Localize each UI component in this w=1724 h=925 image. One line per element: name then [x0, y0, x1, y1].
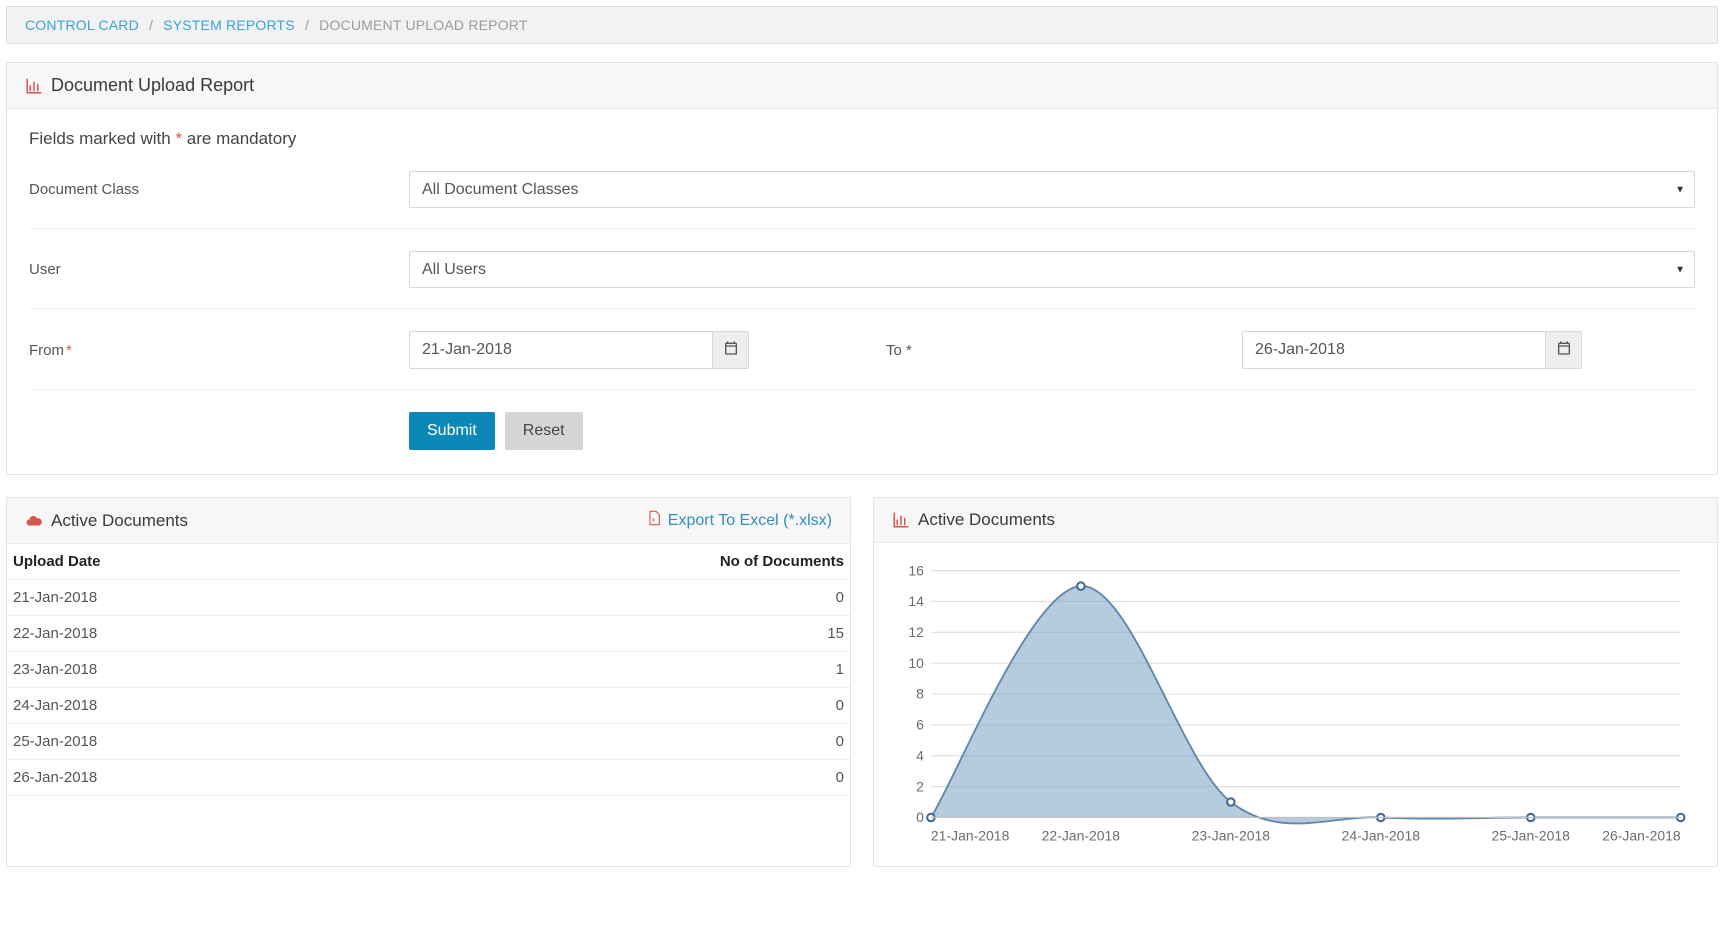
document-class-select[interactable]: All Document Classes — [409, 171, 1695, 208]
to-date-picker-button[interactable] — [1546, 331, 1582, 369]
chart-panel-header: Active Documents — [874, 498, 1717, 543]
form-actions: Submit Reset — [409, 412, 1695, 450]
results-columns: Active Documents x Export To Excel (*.xl… — [6, 497, 1718, 867]
cell-doc-count: 1 — [363, 652, 850, 688]
table-row: 22-Jan-201815 — [7, 616, 850, 652]
cloud-icon — [25, 512, 43, 530]
svg-text:21-Jan-2018: 21-Jan-2018 — [931, 828, 1010, 844]
mandatory-note: Fields marked with * are mandatory — [29, 129, 1695, 149]
active-documents-table: Upload Date No of Documents 21-Jan-20180… — [7, 544, 850, 796]
breadcrumb-control-card[interactable]: CONTROL CARD — [25, 17, 139, 33]
breadcrumb: CONTROL CARD / SYSTEM REPORTS / DOCUMENT… — [6, 6, 1718, 44]
cell-doc-count: 0 — [363, 580, 850, 616]
svg-text:4: 4 — [916, 747, 924, 763]
report-panel-header: Document Upload Report — [7, 63, 1717, 109]
cell-upload-date: 26-Jan-2018 — [7, 760, 363, 796]
calendar-icon — [1556, 340, 1572, 360]
label-document-class: Document Class — [29, 181, 409, 198]
breadcrumb-current: DOCUMENT UPLOAD REPORT — [319, 17, 527, 33]
svg-text:16: 16 — [908, 562, 924, 578]
svg-text:23-Jan-2018: 23-Jan-2018 — [1192, 828, 1271, 844]
bar-chart-icon — [25, 77, 43, 95]
excel-file-icon: x — [646, 510, 662, 531]
export-excel-link[interactable]: x Export To Excel (*.xlsx) — [646, 510, 832, 531]
svg-text:10: 10 — [908, 655, 924, 671]
cell-upload-date: 24-Jan-2018 — [7, 688, 363, 724]
table-row: 24-Jan-20180 — [7, 688, 850, 724]
label-user: User — [29, 261, 409, 278]
to-date-input[interactable] — [1242, 331, 1546, 369]
active-documents-chart-panel: Active Documents 0 2 4 6 8 10 12 14 16 21-Jan-201… — [873, 497, 1718, 867]
row-dates: From* To * — [29, 331, 1695, 390]
table-panel-title: Active Documents — [51, 511, 188, 531]
cell-upload-date: 25-Jan-2018 — [7, 724, 363, 760]
cell-doc-count: 0 — [363, 760, 850, 796]
calendar-icon — [723, 340, 739, 360]
from-date-picker-button[interactable] — [713, 331, 749, 369]
from-date-input[interactable] — [409, 331, 713, 369]
page-title: Document Upload Report — [51, 75, 254, 96]
chart-panel-title: Active Documents — [918, 510, 1055, 530]
label-from: From* — [29, 342, 409, 359]
svg-text:6: 6 — [916, 717, 924, 733]
breadcrumb-sep: / — [305, 17, 309, 33]
cell-upload-date: 23-Jan-2018 — [7, 652, 363, 688]
submit-button[interactable]: Submit — [409, 412, 495, 450]
table-panel-header: Active Documents x Export To Excel (*.xl… — [7, 498, 850, 544]
breadcrumb-system-reports[interactable]: SYSTEM REPORTS — [163, 17, 295, 33]
cell-doc-count: 15 — [363, 616, 850, 652]
svg-text:0: 0 — [916, 809, 924, 825]
report-panel: Document Upload Report Fields marked wit… — [6, 62, 1718, 475]
cell-doc-count: 0 — [363, 724, 850, 760]
cell-upload-date: 21-Jan-2018 — [7, 580, 363, 616]
label-to: To * — [862, 342, 1242, 359]
row-document-class: Document Class All Document Classes ▼ — [29, 171, 1695, 229]
table-row: 26-Jan-20180 — [7, 760, 850, 796]
col-doc-count: No of Documents — [363, 544, 850, 580]
svg-text:12: 12 — [908, 624, 924, 640]
chart-container: 0 2 4 6 8 10 12 14 16 21-Jan-2018 22-Jan-2018 23-Ja… — [874, 543, 1717, 866]
bar-chart-icon — [892, 511, 910, 529]
col-upload-date: Upload Date — [7, 544, 363, 580]
table-row: 21-Jan-20180 — [7, 580, 850, 616]
breadcrumb-sep: / — [149, 17, 153, 33]
svg-text:2: 2 — [916, 778, 924, 794]
svg-text:22-Jan-2018: 22-Jan-2018 — [1042, 828, 1121, 844]
user-select[interactable]: All Users — [409, 251, 1695, 288]
active-documents-table-panel: Active Documents x Export To Excel (*.xl… — [6, 497, 851, 867]
svg-text:x: x — [652, 517, 655, 523]
table-row: 25-Jan-20180 — [7, 724, 850, 760]
svg-text:14: 14 — [908, 593, 924, 609]
svg-text:8: 8 — [916, 686, 924, 702]
table-row: 23-Jan-20181 — [7, 652, 850, 688]
cell-doc-count: 0 — [363, 688, 850, 724]
svg-text:25-Jan-2018: 25-Jan-2018 — [1492, 828, 1571, 844]
active-documents-chart: 0 2 4 6 8 10 12 14 16 21-Jan-2018 22-Jan-2018 23-Ja… — [882, 559, 1697, 850]
svg-text:26-Jan-2018: 26-Jan-2018 — [1602, 828, 1681, 844]
svg-text:24-Jan-2018: 24-Jan-2018 — [1342, 828, 1421, 844]
cell-upload-date: 22-Jan-2018 — [7, 616, 363, 652]
report-form: Fields marked with * are mandatory Docum… — [7, 109, 1717, 474]
reset-button[interactable]: Reset — [505, 412, 583, 450]
row-user: User All Users ▼ — [29, 251, 1695, 309]
